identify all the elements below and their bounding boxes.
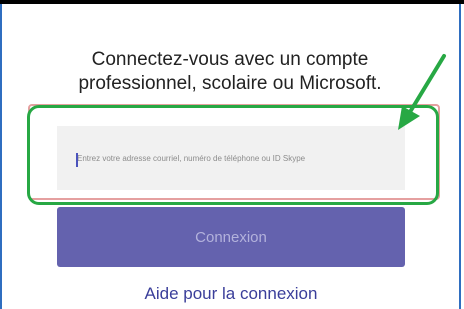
signin-heading: Connectez-vous avec un compte profession…	[78, 49, 382, 94]
signin-button[interactable]: Connexion	[57, 207, 405, 267]
top-edge	[0, 0, 464, 4]
pointer-arrow-icon	[398, 54, 446, 130]
annotation-highlight-box	[27, 105, 439, 205]
window-border-left	[0, 4, 2, 309]
help-link[interactable]: Aide pour la connexion	[57, 283, 405, 305]
window-border-right	[459, 4, 461, 309]
